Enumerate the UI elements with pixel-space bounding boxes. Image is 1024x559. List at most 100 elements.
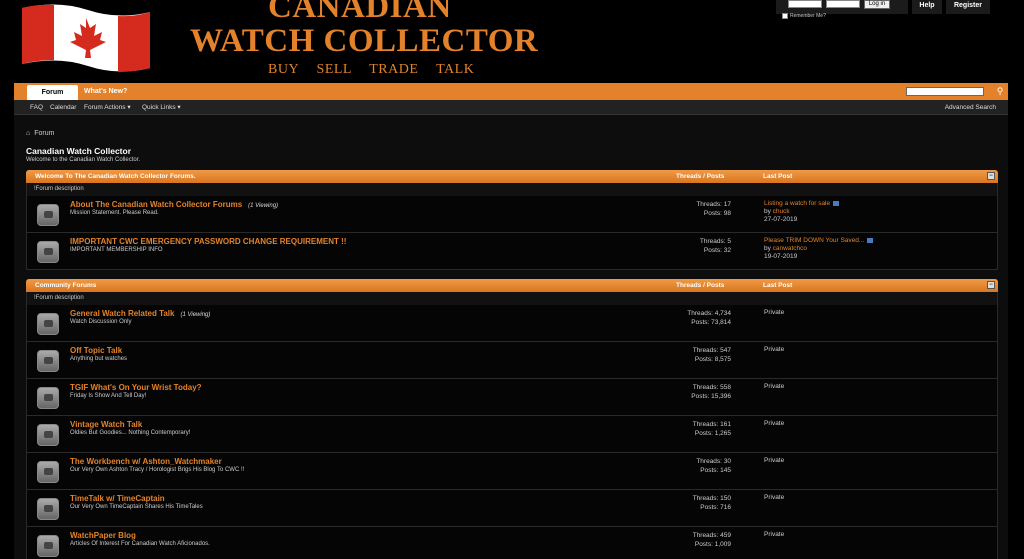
forum-subtitle: IMPORTANT MEMBERSHIP INFO (70, 247, 163, 253)
thread-count: Threads: 459 (692, 532, 731, 539)
forum-subtitle: Our Very Own Ashton Tracy / Horologist B… (70, 467, 245, 473)
collapse-icon[interactable]: − (987, 172, 995, 180)
tab-forum[interactable]: Forum (27, 85, 78, 100)
forum-row: TGIF What's On Your Wrist Today? Friday I… (26, 379, 998, 416)
remember-me-label: Remember Me? (790, 13, 826, 19)
go-to-post-icon[interactable] (833, 200, 840, 206)
section-title[interactable]: Community Forums (35, 279, 96, 292)
password-input[interactable] (826, 0, 860, 8)
login-button[interactable]: Log in (864, 0, 890, 9)
forum-actions-menu[interactable]: Forum Actions ▾ (84, 100, 131, 115)
forum-subtitle: Articles Of Interest For Canadian Watch … (70, 541, 210, 547)
remember-me[interactable]: Remember Me? (782, 13, 826, 19)
col-threads-posts: Threads / Posts (676, 282, 725, 289)
viewing-count: (1 Viewing) (248, 203, 279, 209)
post-count: Posts: 1,265 (694, 430, 731, 437)
last-post-title[interactable]: Listing a watch for sale (764, 200, 830, 207)
last-post: Listing a watch for sale by chuck 27-07-… (764, 200, 840, 224)
last-post-private: Private (764, 531, 785, 538)
forum-row: About The Canadian Watch Collector Forum… (26, 196, 998, 233)
faq-link[interactable]: FAQ (30, 100, 43, 115)
forum-stats: Threads: 547 Posts: 8,575 (693, 346, 731, 364)
last-post-private: Private (764, 383, 785, 390)
last-post-private: Private (764, 457, 785, 464)
forum-title-link[interactable]: Vintage Watch Talk (70, 420, 148, 429)
remember-me-checkbox[interactable] (782, 13, 788, 19)
post-count: Posts: 15,396 (691, 393, 731, 400)
forum-row: TimeTalk w/ TimeCaptain Our Very Own Time… (26, 490, 998, 527)
forum-subtitle: Anything but watches (70, 356, 128, 362)
forum-title-link[interactable]: General Watch Related Talk (1 Viewing) (70, 309, 210, 318)
main-navbar: Forum What's New? ⚲ (14, 83, 1008, 100)
post-count: Posts: 8,575 (694, 356, 731, 363)
forum-subtitle: Friday Is Show And Tell Day! (70, 393, 147, 399)
section-welcome: Welcome To The Canadian Watch Collector … (26, 170, 998, 270)
last-post-title[interactable]: Please TRIM DOWN Your Saved... (764, 237, 864, 244)
breadcrumb: ⌂ Forum (26, 130, 54, 137)
forum-title-link[interactable]: The Workbench w/ Ashton_Watchmaker (70, 457, 228, 466)
forum-status-icon (37, 313, 59, 335)
forum-status-icon (37, 350, 59, 372)
forum-status-icon (37, 498, 59, 520)
home-icon[interactable]: ⌂ (26, 130, 30, 137)
last-post-date: 27-07-2019 (764, 216, 798, 223)
forum-stats: Threads: 558 Posts: 15,396 (691, 383, 731, 401)
forum-row: The Workbench w/ Ashton_Watchmaker Our Ve… (26, 453, 998, 490)
section-description: !Forum description (26, 292, 998, 305)
post-count: Posts: 98 (703, 210, 731, 217)
forum-subtitle: Mission Statement. Please Read. (70, 210, 159, 216)
last-post-private: Private (764, 346, 785, 353)
thread-count: Threads: 30 (696, 458, 731, 465)
post-count: Posts: 1,009 (694, 541, 731, 548)
sub-navbar: FAQ Calendar Forum Actions ▾ Quick Links… (14, 100, 1008, 115)
forum-row: Off Topic Talk Anything but watches Thread… (26, 342, 998, 379)
section-header: Community Forums Threads / Posts Last Po… (26, 279, 998, 292)
forum-title-link[interactable]: WatchPaper Blog (70, 531, 142, 540)
post-count: Posts: 716 (700, 504, 731, 511)
forum-title-link[interactable]: About The Canadian Watch Collector Forum… (70, 200, 278, 209)
section-title[interactable]: Welcome To The Canadian Watch Collector … (35, 170, 196, 183)
last-post-private: Private (764, 420, 785, 427)
forum-title-link[interactable]: TGIF What's On Your Wrist Today? (70, 383, 208, 392)
forum-row: WatchPaper Blog Articles Of Interest For … (26, 527, 998, 559)
forum-status-icon (37, 241, 59, 263)
forum-title-link[interactable]: Off Topic Talk (70, 346, 128, 355)
breadcrumb-forum[interactable]: Forum (34, 130, 54, 137)
section-community: Community Forums Threads / Posts Last Po… (26, 279, 998, 559)
go-to-post-icon[interactable] (867, 237, 874, 243)
forum-status-icon (37, 461, 59, 483)
help-link[interactable]: Help (912, 0, 942, 14)
last-post-date: 19-07-2019 (764, 253, 798, 260)
col-last-post: Last Post (763, 282, 793, 289)
tab-whats-new[interactable]: What's New? (84, 83, 127, 100)
logo-line-2: WATCH COLLECTOR (190, 23, 539, 59)
forum-stats: Threads: 459 Posts: 1,009 (693, 531, 731, 549)
username-input[interactable] (788, 0, 822, 8)
login-form: Log in (776, 0, 908, 14)
forum-title-link[interactable]: TimeTalk w/ TimeCaptain (70, 494, 171, 503)
page-title: Canadian Watch Collector (26, 146, 132, 156)
site-tagline: BUY SELL TRADE TALK (268, 62, 475, 77)
register-link[interactable]: Register (946, 0, 990, 14)
advanced-search-link[interactable]: Advanced Search (945, 100, 996, 115)
forum-title-link[interactable]: IMPORTANT CWC EMERGENCY PASSWORD CHANGE … (70, 237, 346, 246)
search-input[interactable] (906, 87, 984, 96)
forum-subtitle: Our Very Own TimeCaptain Shares His Time… (70, 504, 203, 510)
last-post-user[interactable]: chuck (773, 208, 790, 215)
canada-flag-icon (22, 4, 150, 72)
collapse-icon[interactable]: − (987, 281, 995, 289)
quick-links-menu[interactable]: Quick Links ▾ (142, 100, 181, 115)
forum-row: IMPORTANT CWC EMERGENCY PASSWORD CHANGE … (26, 233, 998, 270)
last-post-user[interactable]: canwatchco (773, 245, 807, 252)
forum-stats: Threads: 30 Posts: 145 (696, 457, 731, 475)
post-count: Posts: 73,814 (691, 319, 731, 326)
page-subtitle: Welcome to the Canadian Watch Collector. (26, 157, 141, 163)
forum-status-icon (37, 387, 59, 409)
forum-subtitle: Oldies But Goodies... Nothing Contempora… (70, 430, 191, 436)
calendar-link[interactable]: Calendar (50, 100, 76, 115)
forum-stats: Threads: 150 Posts: 716 (693, 494, 731, 512)
search-icon[interactable]: ⚲ (994, 86, 1006, 97)
forum-status-icon (37, 424, 59, 446)
forum-subtitle: Watch Discussion Only (70, 319, 132, 325)
post-count: Posts: 32 (703, 247, 731, 254)
